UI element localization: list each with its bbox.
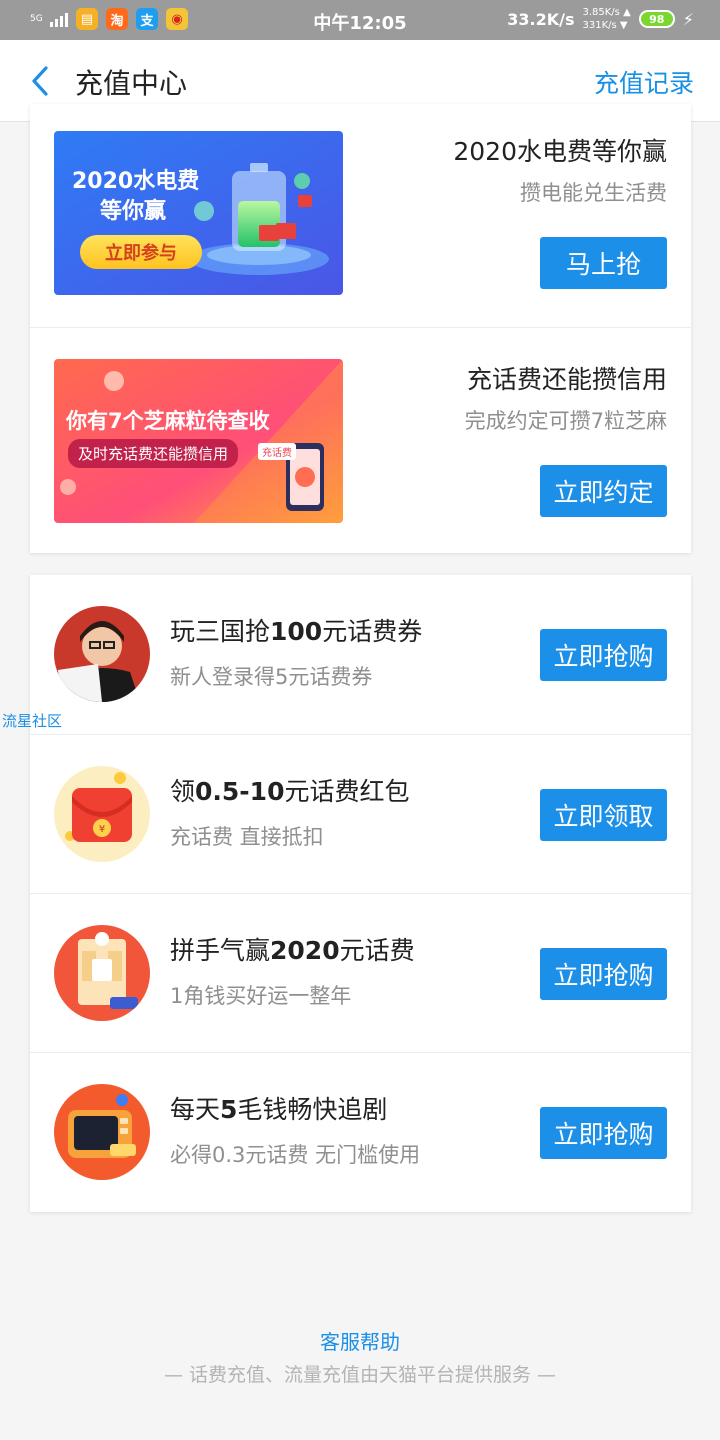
sesame-credit-banner[interactable]: 你有7个芝麻粒待查收 及时充话费还能攒信用 充话费 [54,359,343,523]
offer-subtitle: 1角钱买好运一整年 [170,984,352,1008]
offer-list-card: 玩三国抢100元话费券 新人登录得5元话费券 立即抢购 ¥ 领0.5-10元话费… [30,575,691,1212]
buy-now-button[interactable]: 立即抢购 [540,629,667,681]
promo-credit: 你有7个芝麻粒待查收 及时充话费还能攒信用 充话费 充话费还能攒信用 完成约定可… [30,327,691,553]
offer-title: 领0.5-10元话费红包 [170,777,410,806]
offer-subtitle: 充话费 直接抵扣 [170,825,324,849]
make-appointment-button[interactable]: 立即约定 [540,465,667,517]
youku-tv-avatar [54,1084,150,1180]
status-bar: 5G ▤ 淘 支 ◉ 中午12:05 33.2K/s 3.85K/s ▲ 331… [0,0,720,40]
customer-service-link[interactable]: 客服帮助 [0,1326,720,1355]
promo-subtitle: 完成约定可攒7粒芝麻 [464,409,667,433]
offer-item[interactable]: 玩三国抢100元话费券 新人登录得5元话费券 立即抢购 [30,575,691,734]
promo-title: 2020水电费等你赢 [453,137,667,166]
credit-banner-line1: 你有7个芝麻粒待查收 [66,409,270,433]
promo-title: 充话费还能攒信用 [466,365,667,394]
claim-now-button[interactable]: 立即领取 [540,789,667,841]
offer-title: 每天5毛钱畅快追剧 [170,1095,388,1124]
watermark-text: 流星社区 [2,712,63,730]
credit-banner-tag: 充话费 [258,443,296,460]
buy-now-button[interactable]: 立即抢购 [540,948,667,1000]
promo-subtitle: 攒电能兑生活费 [520,181,667,205]
svg-text:¥: ¥ [99,824,105,835]
offer-subtitle: 必得0.3元话费 无门槛使用 [170,1143,421,1167]
offer-item[interactable]: 每天5毛钱畅快追剧 必得0.3元话费 无门槛使用 立即抢购 [30,1052,691,1211]
status-right: 33.2K/s 3.85K/s ▲ 331K/s ▼ 98 ⚡ [507,6,694,32]
recharge-history-link[interactable]: 充值记录 [594,64,694,100]
banner-text-line1: 2020水电费 [72,169,200,194]
credit-banner-line2: 及时充话费还能攒信用 [68,439,239,468]
page-title: 充值中心 [75,67,188,100]
battery-icon: 98 [638,10,675,28]
utility-banner-art [54,131,343,295]
charging-icon: ⚡ [682,9,694,29]
red-envelope-icon: ¥ [54,766,150,862]
download-speed: 331K/s ▼ [582,20,628,31]
back-arrow-icon[interactable] [26,64,56,98]
transfer-speeds: 3.85K/s ▲ 331K/s ▼ [582,6,630,32]
banner-cta: 立即参与 [80,235,202,269]
offer-subtitle: 新人登录得5元话费券 [170,665,373,689]
service-provider-note: — 话费充值、流量充值由天猫平台提供服务 — [163,1364,557,1386]
offer-title: 玩三国抢100元话费券 [170,617,423,646]
utility-bill-banner[interactable]: 2020水电费 等你赢 立即参与 [54,131,343,295]
upload-speed: 3.85K/s ▲ [582,7,631,18]
promo-card: 2020水电费 等你赢 立即参与 2020水电费等你赢 攒电能兑生活费 马上抢 [30,104,691,553]
offer-item[interactable]: 拼手气赢2020元话费 1角钱买好运一整年 立即抢购 [30,893,691,1052]
network-speed: 33.2K/s [507,9,575,29]
banner-text-line2: 等你赢 [100,199,167,224]
lucky-charm-avatar [54,925,150,1021]
three-kingdoms-avatar [54,606,150,702]
offer-title: 拼手气赢2020元话费 [170,936,415,965]
promo-utility-bill: 2020水电费 等你赢 立即参与 2020水电费等你赢 攒电能兑生活费 马上抢 [30,104,691,327]
buy-now-button[interactable]: 立即抢购 [540,1107,667,1159]
offer-item[interactable]: ¥ 领0.5-10元话费红包 充话费 直接抵扣 立即领取 [30,734,691,893]
grab-now-button[interactable]: 马上抢 [540,237,667,289]
